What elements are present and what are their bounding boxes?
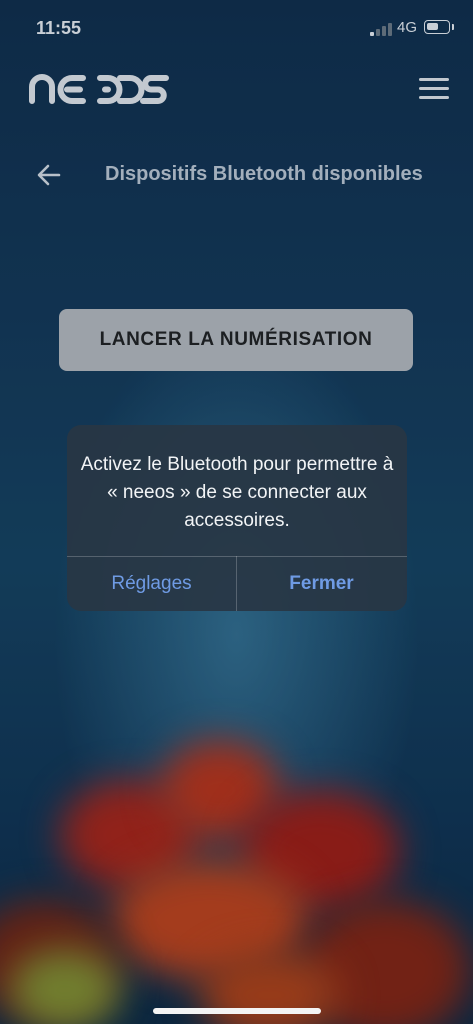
battery-level — [427, 23, 438, 30]
battery-tip — [452, 24, 454, 30]
alert-message: Activez le Bluetooth pour permettre à « … — [80, 454, 394, 531]
status-time: 11:55 — [36, 18, 82, 38]
arrow-left-icon[interactable] — [36, 162, 62, 188]
start-scan-button[interactable]: LANCER LA NUMÉRISATION — [59, 309, 413, 371]
home-indicator[interactable] — [153, 1008, 321, 1014]
page-title: Dispositifs Bluetooth disponibles — [105, 163, 423, 185]
hamburger-menu-icon[interactable] — [419, 78, 451, 100]
bluetooth-alert-dialog: Activez le Bluetooth pour permettre à « … — [67, 425, 407, 611]
network-type: 4G — [397, 19, 418, 36]
signal-strength-icon — [370, 22, 392, 36]
battery-icon — [424, 20, 450, 34]
status-bar: 11:55 4G — [0, 0, 473, 52]
neeos-logo — [29, 74, 169, 104]
settings-button[interactable]: Réglages — [67, 557, 236, 611]
close-button[interactable]: Fermer — [237, 557, 406, 611]
